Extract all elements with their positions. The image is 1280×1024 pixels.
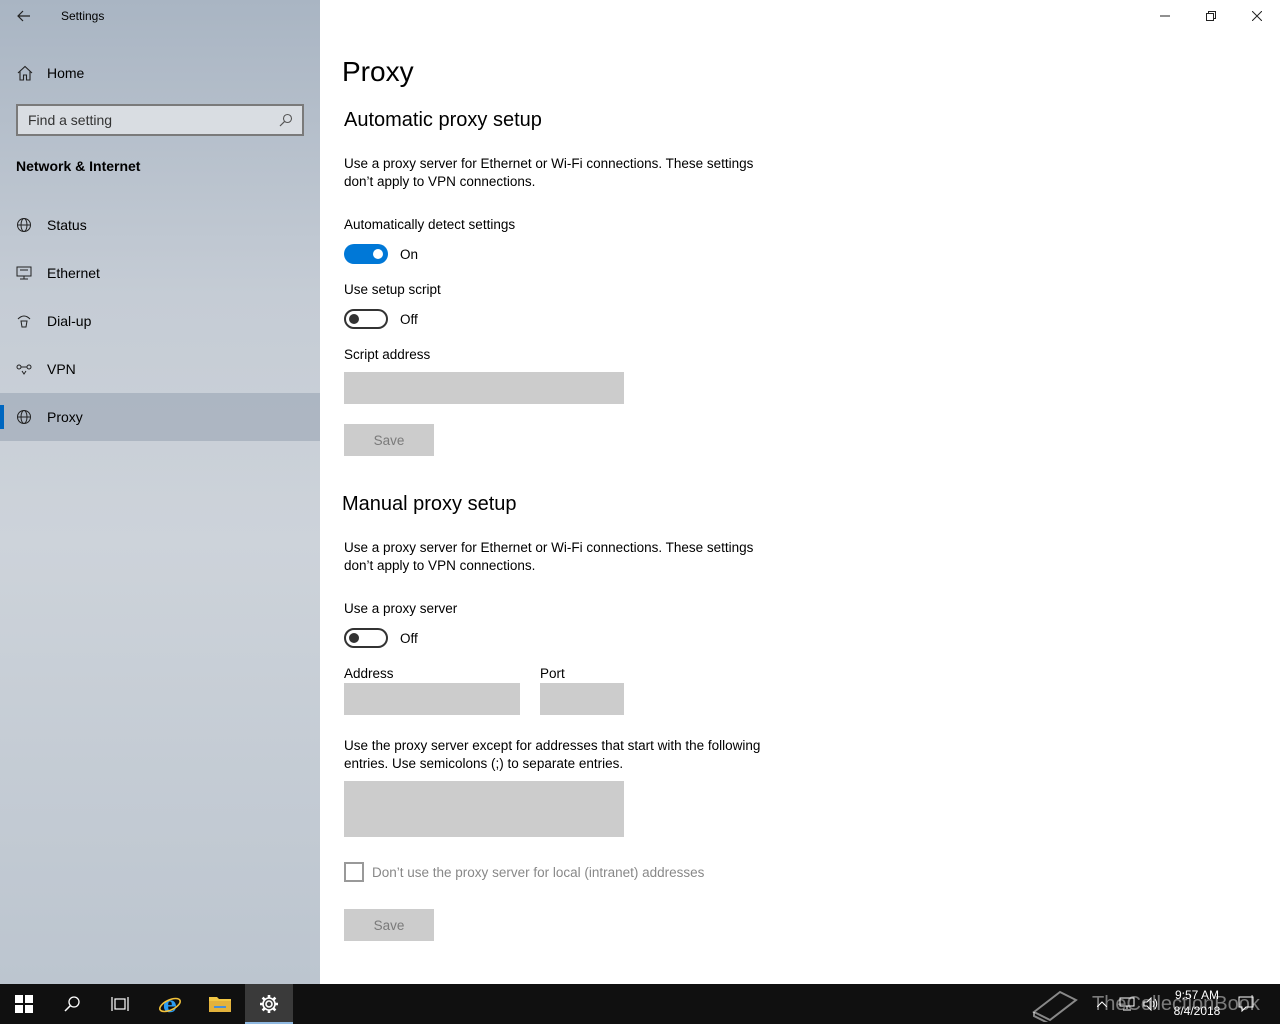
setup-script-toggle-row: Off bbox=[344, 309, 418, 329]
detect-settings-label: Automatically detect settings bbox=[344, 217, 516, 232]
close-icon bbox=[1252, 11, 1262, 21]
automatic-proxy-heading: Automatic proxy setup bbox=[344, 109, 542, 131]
local-addresses-checkbox[interactable] bbox=[344, 862, 364, 882]
manual-save-button[interactable]: Save bbox=[344, 909, 434, 941]
task-view-button[interactable] bbox=[96, 984, 144, 1024]
search-input[interactable]: Find a setting bbox=[28, 112, 270, 128]
script-address-input[interactable] bbox=[344, 372, 624, 404]
port-label: Port bbox=[540, 666, 565, 681]
address-label: Address bbox=[344, 666, 394, 681]
setup-script-toggle[interactable] bbox=[344, 309, 388, 329]
gear-icon bbox=[260, 995, 278, 1013]
script-address-label: Script address bbox=[344, 347, 431, 362]
port-input[interactable] bbox=[540, 683, 624, 715]
local-addresses-label: Don’t use the proxy server for local (in… bbox=[372, 864, 705, 880]
automatic-proxy-description: Use a proxy server for Ethernet or Wi-Fi… bbox=[344, 156, 754, 189]
watermark: TheCollectionBook bbox=[1030, 984, 1260, 1024]
dial-up-icon bbox=[16, 313, 32, 329]
restore-button[interactable] bbox=[1188, 0, 1234, 32]
exceptions-textarea[interactable] bbox=[344, 781, 624, 837]
local-addresses-row: Don’t use the proxy server for local (in… bbox=[344, 862, 704, 882]
manual-proxy-heading: Manual proxy setup bbox=[342, 493, 517, 515]
book-logo-icon bbox=[1032, 990, 1078, 1022]
minimize-icon bbox=[1160, 15, 1170, 17]
detect-settings-state: On bbox=[400, 246, 419, 262]
ethernet-icon bbox=[16, 265, 32, 281]
section-title: Network & Internet bbox=[16, 158, 141, 174]
home-icon bbox=[17, 65, 33, 81]
sidebar-item-ethernet[interactable]: Ethernet bbox=[0, 249, 320, 297]
manual-proxy-description: Use a proxy server for Ethernet or Wi-Fi… bbox=[344, 540, 754, 573]
sidebar-item-label: Proxy bbox=[47, 409, 83, 425]
exceptions-description: Use the proxy server except for addresse… bbox=[344, 738, 761, 771]
sidebar-item-label: Status bbox=[47, 217, 87, 233]
minimize-button[interactable] bbox=[1142, 0, 1188, 32]
sidebar-item-label: VPN bbox=[47, 361, 76, 377]
search-icon bbox=[64, 996, 80, 1012]
start-button[interactable] bbox=[0, 984, 48, 1024]
sidebar: Settings Home Find a setting Network & I… bbox=[0, 0, 320, 984]
nav-home[interactable]: Home bbox=[0, 52, 320, 94]
vpn-icon bbox=[16, 361, 32, 377]
internet-explorer-button[interactable]: e bbox=[146, 984, 194, 1024]
sidebar-item-label: Dial-up bbox=[47, 313, 92, 329]
use-proxy-state: Off bbox=[400, 630, 418, 646]
globe-icon bbox=[16, 409, 32, 425]
back-arrow-icon bbox=[17, 10, 30, 22]
setup-script-label: Use setup script bbox=[344, 282, 441, 297]
task-view-icon bbox=[111, 997, 129, 1011]
close-button[interactable] bbox=[1234, 0, 1280, 32]
folder-icon bbox=[209, 997, 231, 1012]
internet-explorer-icon: e bbox=[159, 992, 181, 1016]
setup-script-state: Off bbox=[400, 311, 418, 327]
address-input[interactable] bbox=[344, 683, 520, 715]
sidebar-item-dial-up[interactable]: Dial-up bbox=[0, 297, 320, 345]
nav-home-label: Home bbox=[47, 65, 85, 81]
globe-status-icon bbox=[16, 217, 32, 233]
search-icon[interactable] bbox=[270, 113, 302, 127]
search-box[interactable]: Find a setting bbox=[16, 104, 304, 136]
main-content: Proxy Automatic proxy setup Use a proxy … bbox=[320, 0, 1280, 984]
restore-icon bbox=[1206, 11, 1216, 21]
settings-taskbar-button[interactable] bbox=[245, 984, 293, 1024]
windows-logo-icon bbox=[15, 995, 33, 1013]
file-explorer-button[interactable] bbox=[196, 984, 244, 1024]
sidebar-item-status[interactable]: Status bbox=[0, 201, 320, 249]
detect-settings-toggle[interactable] bbox=[344, 244, 388, 264]
app-title: Settings bbox=[61, 9, 105, 23]
sidebar-item-label: Ethernet bbox=[47, 265, 100, 281]
back-button[interactable] bbox=[0, 0, 48, 32]
search-taskbar-button[interactable] bbox=[48, 984, 96, 1024]
page-title: Proxy bbox=[342, 56, 414, 87]
use-proxy-toggle-row: Off bbox=[344, 628, 418, 648]
watermark-text: TheCollectionBook bbox=[1092, 992, 1260, 1015]
title-bar: Settings bbox=[0, 0, 320, 32]
sidebar-item-proxy[interactable]: Proxy bbox=[0, 393, 320, 441]
use-proxy-label: Use a proxy server bbox=[344, 601, 458, 616]
use-proxy-toggle[interactable] bbox=[344, 628, 388, 648]
detect-settings-toggle-row: On bbox=[344, 244, 418, 264]
sidebar-item-vpn[interactable]: VPN bbox=[0, 345, 320, 393]
automatic-save-button[interactable]: Save bbox=[344, 424, 434, 456]
svg-text:e: e bbox=[163, 992, 177, 1016]
